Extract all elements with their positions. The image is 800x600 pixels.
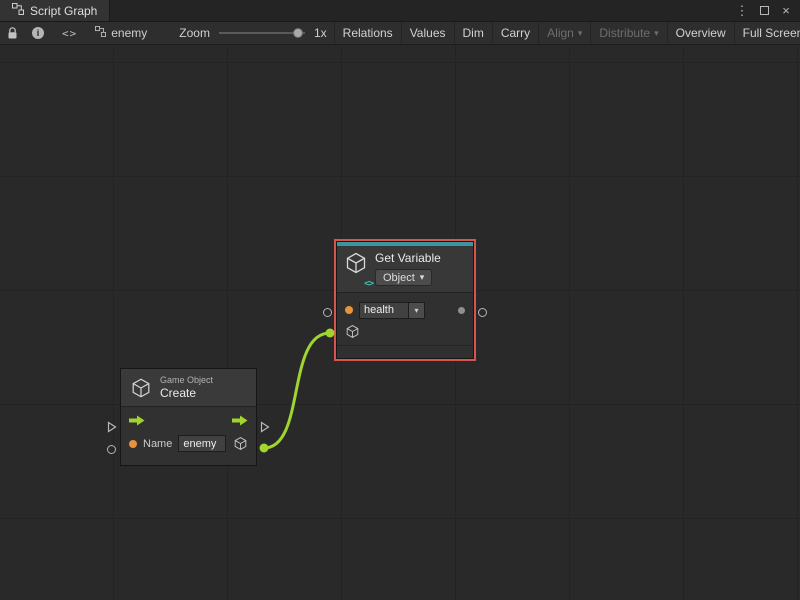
graph-name: enemy: [111, 26, 147, 40]
game-object-icon: <>: [344, 251, 368, 286]
code-view-icon[interactable]: <>: [55, 22, 84, 44]
get-variable-header: <> Get Variable Object ▾: [337, 246, 473, 292]
game-object-output-icon[interactable]: [233, 436, 248, 451]
control-input-port[interactable]: [107, 421, 117, 433]
graph-toolbar: i <> enemy Zoom 1x Rel: [0, 22, 800, 45]
caret-down-icon: ▾: [420, 273, 425, 282]
flow-out-arrow-icon[interactable]: [232, 415, 248, 426]
relations-button[interactable]: Relations: [334, 22, 401, 44]
zoom-value: 1x: [314, 26, 327, 40]
info-icon[interactable]: i: [25, 22, 51, 44]
variable-name-dropdown[interactable]: ▾: [409, 302, 425, 319]
value-input-port[interactable]: [107, 445, 116, 454]
node-footer: [337, 345, 473, 358]
get-variable-body: ▾: [337, 292, 473, 358]
script-graph-window: Script Graph ⋮ × i <>: [0, 0, 800, 600]
title-bar: Script Graph ⋮ ×: [0, 0, 800, 22]
carry-button[interactable]: Carry: [492, 22, 538, 44]
lock-icon[interactable]: [0, 22, 25, 44]
values-button[interactable]: Values: [401, 22, 454, 44]
tab-script-graph[interactable]: Script Graph: [0, 0, 110, 21]
code-badge-icon: <>: [363, 279, 374, 289]
window-menu-icon[interactable]: ⋮: [733, 2, 751, 20]
script-graph-icon: [12, 3, 24, 18]
graph-breadcrumb[interactable]: enemy: [88, 22, 154, 44]
close-icon[interactable]: ×: [777, 2, 795, 20]
full-screen-button[interactable]: Full Screen: [734, 22, 800, 44]
distribute-button[interactable]: Distribute ▾: [590, 22, 666, 44]
value-input-dot[interactable]: [129, 440, 137, 448]
control-output-port[interactable]: [260, 421, 270, 433]
caret-down-icon: ▾: [578, 29, 583, 38]
flow-in-arrow-icon[interactable]: [129, 415, 145, 426]
node-create-game-object[interactable]: Game Object Create Name: [120, 368, 257, 466]
zoom-label: Zoom: [179, 26, 210, 40]
value-input-dot[interactable]: [345, 306, 353, 314]
variable-name-input[interactable]: [359, 302, 409, 319]
output-port[interactable]: [478, 308, 487, 317]
value-output-dot[interactable]: [458, 307, 465, 314]
graph-asset-icon: [95, 26, 106, 40]
caret-down-icon: ▾: [654, 29, 659, 38]
node-title: Create: [160, 386, 213, 400]
game-object-icon: [130, 377, 152, 399]
align-button[interactable]: Align ▾: [538, 22, 590, 44]
zoom-slider[interactable]: [219, 32, 305, 34]
create-header: Game Object Create: [121, 369, 256, 406]
dim-button[interactable]: Dim: [454, 22, 492, 44]
node-title: Get Variable: [375, 251, 441, 265]
node-get-variable[interactable]: <> Get Variable Object ▾ ▾: [336, 241, 474, 359]
input-port[interactable]: [323, 308, 332, 317]
name-input[interactable]: [178, 435, 226, 452]
toolbar-buttons: Relations Values Dim Carry Align ▾ Distr…: [334, 22, 800, 44]
zoom-control: Zoom 1x: [172, 22, 333, 44]
tab-title: Script Graph: [30, 4, 97, 18]
variable-scope-dropdown[interactable]: Object ▾: [375, 269, 432, 286]
param-label: Name: [143, 438, 172, 450]
zoom-slider-handle[interactable]: [293, 28, 303, 38]
create-body: Name: [121, 406, 256, 465]
game-object-port-icon[interactable]: [345, 324, 360, 339]
node-category: Game Object: [160, 375, 213, 385]
maximize-icon[interactable]: [755, 2, 773, 20]
overview-button[interactable]: Overview: [667, 22, 734, 44]
